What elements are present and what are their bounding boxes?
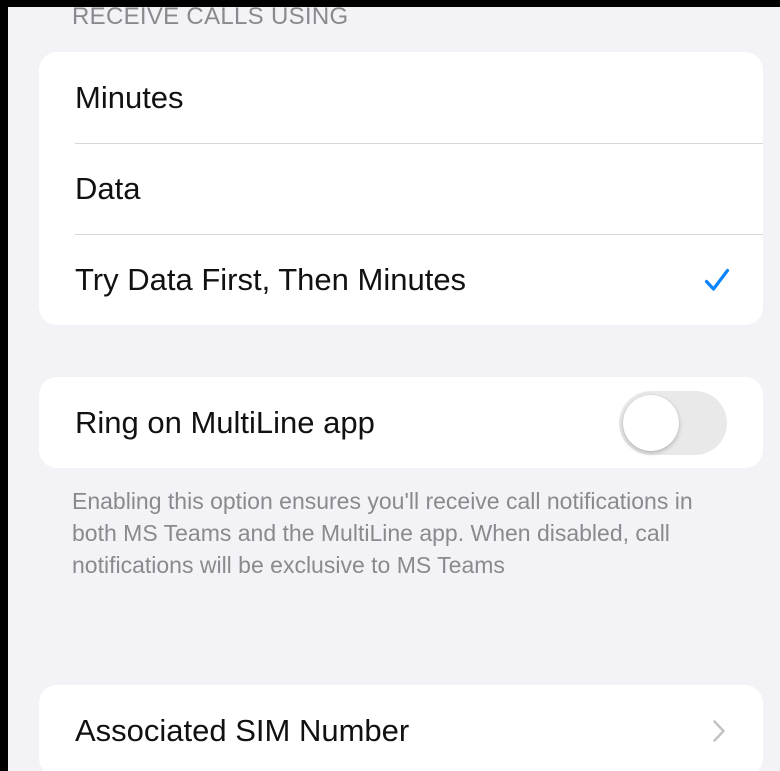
- option-data-label: Data: [75, 170, 141, 206]
- receive-calls-section-header: RECEIVE CALLS USING: [72, 7, 349, 30]
- ring-multiline-row: Ring on MultiLine app: [39, 377, 763, 468]
- settings-screen: RECEIVE CALLS USING Minutes Data Try Dat…: [8, 7, 780, 771]
- option-try-data-first[interactable]: Try Data First, Then Minutes: [39, 234, 763, 325]
- associated-sim-row[interactable]: Associated SIM Number: [39, 685, 763, 771]
- chevron-right-icon: [709, 717, 729, 745]
- associated-sim-card: Associated SIM Number: [39, 685, 763, 771]
- ring-multiline-card: Ring on MultiLine app: [39, 377, 763, 468]
- associated-sim-label: Associated SIM Number: [75, 712, 410, 748]
- option-try-data-first-label: Try Data First, Then Minutes: [75, 261, 467, 297]
- ring-multiline-label: Ring on MultiLine app: [75, 404, 375, 440]
- checkmark-icon: [703, 266, 731, 294]
- toggle-knob: [623, 394, 679, 451]
- ring-multiline-toggle[interactable]: [619, 390, 727, 455]
- option-data[interactable]: Data: [39, 143, 763, 234]
- option-minutes-label: Minutes: [75, 79, 184, 115]
- option-minutes[interactable]: Minutes: [39, 52, 763, 143]
- receive-calls-options-card: Minutes Data Try Data First, Then Minute…: [39, 52, 763, 325]
- ring-multiline-footnote: Enabling this option ensures you'll rece…: [72, 488, 693, 578]
